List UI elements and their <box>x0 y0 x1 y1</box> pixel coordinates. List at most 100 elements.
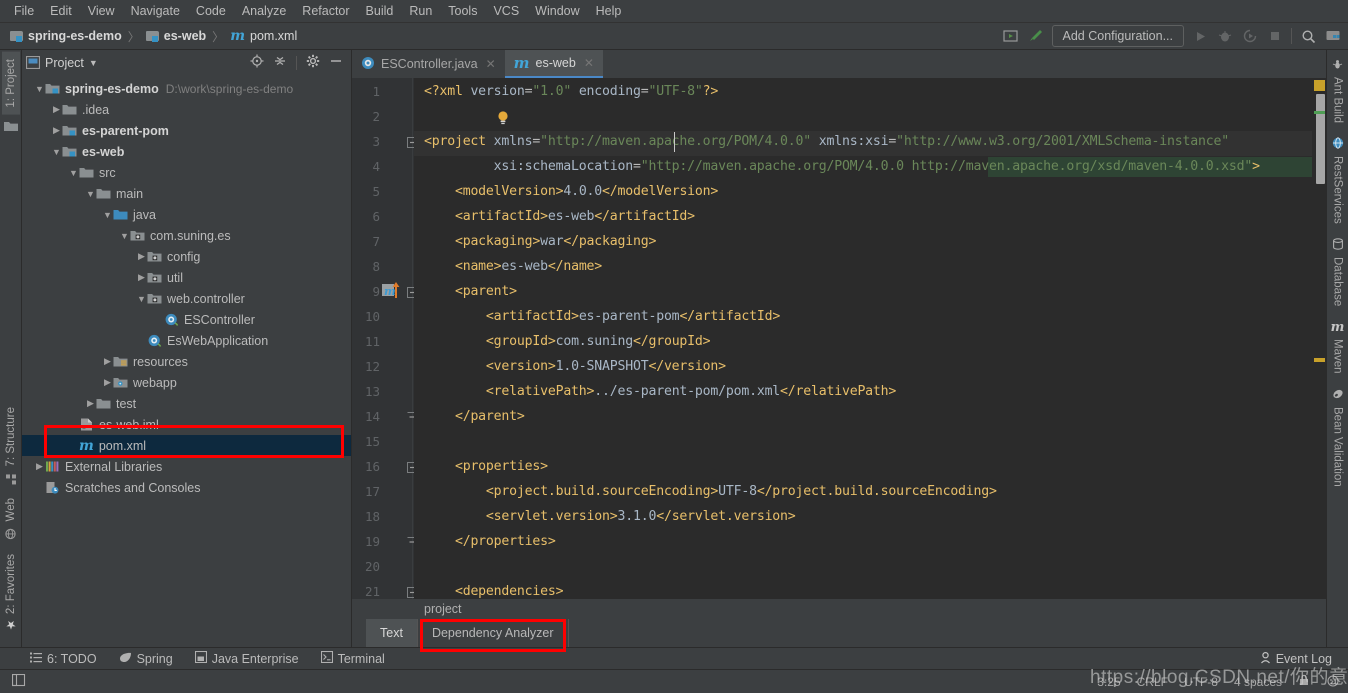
debug-icon[interactable] <box>1216 27 1234 45</box>
tree-node-java[interactable]: ▼ java <box>22 204 351 225</box>
tab-text[interactable]: Text <box>366 619 417 647</box>
chevron-right-icon[interactable]: ▶ <box>102 377 113 388</box>
code-editor[interactable]: 1 2 3 4 5 6 7 8 9 10 11 12 13 14 15 16 17 18 19 20 21 m <?xml… <box>352 78 1326 599</box>
tree-node-webapp[interactable]: ▶ webapp <box>22 372 351 393</box>
code-line[interactable]: <artifactId>es-web</artifactId> <box>424 209 695 224</box>
code-line[interactable]: <artifactId>es-parent-pom</artifactId> <box>424 309 780 324</box>
tree-node-com-suning-es[interactable]: ▼ com.suning.es <box>22 225 351 246</box>
close-icon[interactable]: ✕ <box>584 56 594 70</box>
error-stripe-marker-bar[interactable] <box>1312 78 1326 599</box>
project-structure-icon[interactable] <box>1002 27 1020 45</box>
run-with-coverage-icon[interactable] <box>1241 27 1259 45</box>
project-tree[interactable]: ▼ spring-es-demo D:\work\spring-es-demo ▶ .i… <box>22 75 351 647</box>
tree-node-spring-es-demo[interactable]: ▼ spring-es-demo D:\work\spring-es-demo <box>22 78 351 99</box>
tab-es-web[interactable]: m es-web ✕ <box>504 50 603 78</box>
chevron-right-icon[interactable]: ▶ <box>136 251 147 262</box>
menu-item-analyze[interactable]: Analyze <box>234 2 294 20</box>
code-line[interactable]: <modelVersion>4.0.0</modelVersion> <box>424 184 718 199</box>
warning-stripe-marker[interactable] <box>1314 358 1325 362</box>
tree-node-util[interactable]: ▶ util <box>22 267 351 288</box>
editor-gutter[interactable]: 1 2 3 4 5 6 7 8 9 10 11 12 13 14 15 16 17 18 19 20 21 m <box>352 78 418 599</box>
chevron-right-icon[interactable]: ▶ <box>85 398 96 409</box>
build-hammer-icon[interactable] <box>1027 27 1045 45</box>
menu-item-vcs[interactable]: VCS <box>485 2 527 20</box>
tool-window-terminal[interactable]: Terminal <box>320 650 385 666</box>
tool-window-spring[interactable]: Spring <box>119 652 173 666</box>
breadcrumb-module[interactable]: es-web <box>142 27 210 45</box>
tree-node-pom-xml[interactable]: m pom.xml <box>22 435 351 456</box>
gear-icon[interactable] <box>306 54 320 71</box>
chevron-right-icon[interactable]: ▶ <box>102 356 113 367</box>
code-line[interactable]: <properties> <box>424 459 548 474</box>
chevron-down-icon[interactable]: ▼ <box>89 58 98 68</box>
run-icon[interactable] <box>1191 27 1209 45</box>
sidebar-item-web[interactable]: Web <box>2 491 20 546</box>
tree-node--idea[interactable]: ▶ .idea <box>22 99 351 120</box>
chevron-right-icon[interactable]: ▶ <box>51 104 62 115</box>
menu-item-edit[interactable]: Edit <box>42 2 80 20</box>
menu-item-build[interactable]: Build <box>358 2 402 20</box>
breadcrumb-project[interactable]: spring-es-demo <box>6 27 126 45</box>
tree-node-main[interactable]: ▼ main <box>22 183 351 204</box>
tree-node-test[interactable]: ▶ test <box>22 393 351 414</box>
editor-breadcrumb[interactable]: project <box>352 599 1326 619</box>
toggle-toolwindows-icon[interactable] <box>11 673 26 690</box>
tree-node-es-web[interactable]: ▼ es-web <box>22 141 351 162</box>
tab-dependency-analyzer[interactable]: Dependency Analyzer <box>416 619 569 647</box>
code-content[interactable]: <?xml version="1.0" encoding="UTF-8"?> <p… <box>414 78 1312 599</box>
code-line[interactable]: <project.build.sourceEncoding>UTF-8</pro… <box>424 484 997 499</box>
menu-item-navigate[interactable]: Navigate <box>123 2 188 20</box>
code-line[interactable]: <dependencies> <box>424 584 564 599</box>
chevron-down-icon[interactable]: ▼ <box>85 189 96 199</box>
tree-node-config[interactable]: ▶ config <box>22 246 351 267</box>
sidebar-item-bean-validation[interactable]: Bean Validation <box>1329 381 1347 494</box>
tab-escontroller-java[interactable]: ESController.java ✕ <box>352 50 505 78</box>
menu-item-window[interactable]: Window <box>527 2 587 20</box>
code-line[interactable]: <relativePath>../es-parent-pom/pom.xml</… <box>424 384 896 399</box>
tree-node-resources[interactable]: ▶ resources <box>22 351 351 372</box>
project-settings-icon[interactable] <box>1324 27 1342 45</box>
sidebar-item-project[interactable]: 1: Project <box>1 52 20 115</box>
tree-node-es-web-iml[interactable]: es-web.iml <box>22 414 351 435</box>
code-line[interactable]: <packaging>war</packaging> <box>424 234 656 249</box>
inspection-status-marker[interactable] <box>1314 80 1325 91</box>
collapse-all-icon[interactable] <box>273 54 287 71</box>
sidebar-item-database[interactable]: Database <box>1329 231 1347 313</box>
tree-node-external-libraries[interactable]: ▶ External Libraries <box>22 456 351 477</box>
chevron-down-icon[interactable]: ▼ <box>119 231 130 241</box>
sidebar-item-restservices[interactable]: RestServices <box>1329 130 1347 231</box>
tree-node-escontroller[interactable]: ESController <box>22 309 351 330</box>
chevron-down-icon[interactable]: ▼ <box>136 294 147 304</box>
tool-window-java-enterprise[interactable]: Java Enterprise <box>194 650 299 666</box>
search-everywhere-icon[interactable] <box>1299 27 1317 45</box>
tool-window-todo[interactable]: 6: TODO <box>30 652 97 666</box>
stop-icon[interactable] <box>1266 27 1284 45</box>
add-configuration-button[interactable]: Add Configuration... <box>1051 25 1184 47</box>
sidebar-item-ant-build[interactable]: Ant Build <box>1329 52 1347 130</box>
chevron-down-icon[interactable]: ▼ <box>102 210 113 220</box>
menu-item-code[interactable]: Code <box>188 2 234 20</box>
code-line[interactable]: <servlet.version>3.1.0</servlet.version> <box>424 509 796 524</box>
tree-node-src[interactable]: ▼ src <box>22 162 351 183</box>
sidebar-item-maven[interactable]: m Maven <box>1328 313 1348 381</box>
code-line[interactable]: <version>1.0-SNAPSHOT</version> <box>424 359 726 374</box>
breadcrumb-file[interactable]: m pom.xml <box>226 26 301 46</box>
locate-icon[interactable] <box>250 54 264 71</box>
tree-node-es-parent-pom[interactable]: ▶ es-parent-pom <box>22 120 351 141</box>
hide-icon[interactable] <box>329 54 343 71</box>
tree-node-scratches-and-consoles[interactable]: Scratches and Consoles <box>22 477 351 498</box>
code-line[interactable]: xsi:schemaLocation="http://maven.apache.… <box>424 159 1260 174</box>
intention-bulb-icon[interactable] <box>496 110 510 129</box>
editor-vertical-scrollbar[interactable] <box>1316 94 1325 184</box>
code-line[interactable]: <parent> <box>424 284 517 299</box>
tree-node-eswebapplication[interactable]: EsWebApplication <box>22 330 351 351</box>
menu-item-help[interactable]: Help <box>588 2 630 20</box>
chevron-right-icon[interactable]: ▶ <box>136 272 147 283</box>
chevron-down-icon[interactable]: ▼ <box>34 84 45 94</box>
chevron-right-icon[interactable]: ▶ <box>34 461 45 472</box>
code-line[interactable]: <project xmlns="http://maven.apache.org/… <box>424 134 1229 149</box>
tree-node-web-controller[interactable]: ▼ web.controller <box>22 288 351 309</box>
code-line[interactable]: <groupId>com.suning</groupId> <box>424 334 711 349</box>
chevron-down-icon[interactable]: ▼ <box>68 168 79 178</box>
chevron-right-icon[interactable]: ▶ <box>51 125 62 136</box>
